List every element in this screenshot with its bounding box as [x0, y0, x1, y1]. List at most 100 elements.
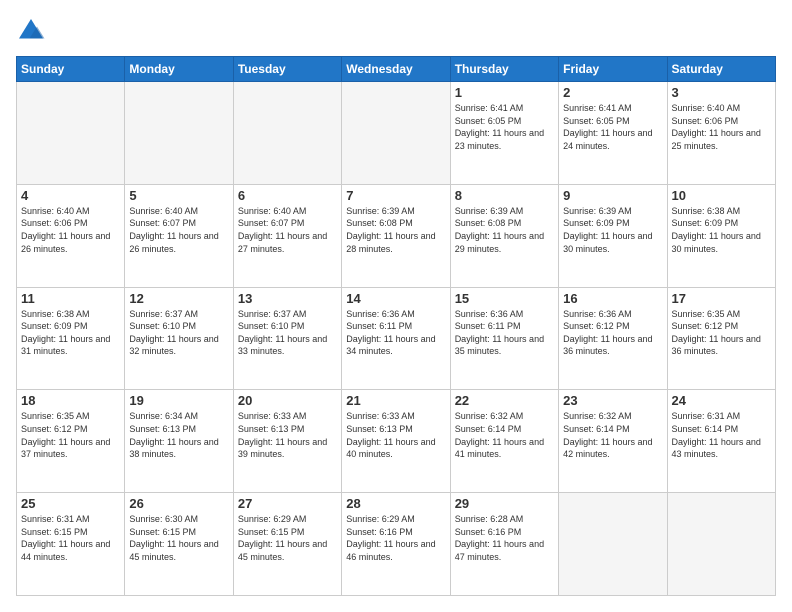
- calendar-cell: 21 Sunrise: 6:33 AM Sunset: 6:13 PM Dayli…: [342, 390, 450, 493]
- day-number: 24: [672, 393, 771, 408]
- day-number: 25: [21, 496, 120, 511]
- calendar-cell: 4 Sunrise: 6:40 AM Sunset: 6:06 PM Daylig…: [17, 184, 125, 287]
- day-info: Sunrise: 6:29 AM Sunset: 6:15 PM Dayligh…: [238, 513, 337, 563]
- calendar-cell: [667, 493, 775, 596]
- day-info: Sunrise: 6:36 AM Sunset: 6:12 PM Dayligh…: [563, 308, 662, 358]
- calendar-cell: 20 Sunrise: 6:33 AM Sunset: 6:13 PM Dayli…: [233, 390, 341, 493]
- day-number: 20: [238, 393, 337, 408]
- day-info: Sunrise: 6:30 AM Sunset: 6:15 PM Dayligh…: [129, 513, 228, 563]
- day-number: 18: [21, 393, 120, 408]
- calendar-week-3: 18 Sunrise: 6:35 AM Sunset: 6:12 PM Dayli…: [17, 390, 776, 493]
- day-header-thursday: Thursday: [450, 57, 558, 82]
- day-info: Sunrise: 6:35 AM Sunset: 6:12 PM Dayligh…: [672, 308, 771, 358]
- day-number: 9: [563, 188, 662, 203]
- day-number: 13: [238, 291, 337, 306]
- calendar-cell: [342, 82, 450, 185]
- calendar-cell: [125, 82, 233, 185]
- logo: [16, 16, 50, 46]
- day-number: 14: [346, 291, 445, 306]
- day-info: Sunrise: 6:39 AM Sunset: 6:08 PM Dayligh…: [455, 205, 554, 255]
- day-info: Sunrise: 6:37 AM Sunset: 6:10 PM Dayligh…: [129, 308, 228, 358]
- day-number: 3: [672, 85, 771, 100]
- day-info: Sunrise: 6:36 AM Sunset: 6:11 PM Dayligh…: [346, 308, 445, 358]
- day-info: Sunrise: 6:40 AM Sunset: 6:06 PM Dayligh…: [21, 205, 120, 255]
- day-info: Sunrise: 6:39 AM Sunset: 6:09 PM Dayligh…: [563, 205, 662, 255]
- day-number: 10: [672, 188, 771, 203]
- calendar-header-row: SundayMondayTuesdayWednesdayThursdayFrid…: [17, 57, 776, 82]
- day-number: 23: [563, 393, 662, 408]
- calendar-cell: 22 Sunrise: 6:32 AM Sunset: 6:14 PM Dayli…: [450, 390, 558, 493]
- day-number: 6: [238, 188, 337, 203]
- day-info: Sunrise: 6:31 AM Sunset: 6:15 PM Dayligh…: [21, 513, 120, 563]
- day-info: Sunrise: 6:40 AM Sunset: 6:07 PM Dayligh…: [238, 205, 337, 255]
- day-info: Sunrise: 6:41 AM Sunset: 6:05 PM Dayligh…: [563, 102, 662, 152]
- calendar-cell: 19 Sunrise: 6:34 AM Sunset: 6:13 PM Dayli…: [125, 390, 233, 493]
- day-number: 17: [672, 291, 771, 306]
- day-number: 22: [455, 393, 554, 408]
- day-number: 5: [129, 188, 228, 203]
- day-info: Sunrise: 6:29 AM Sunset: 6:16 PM Dayligh…: [346, 513, 445, 563]
- calendar-cell: 13 Sunrise: 6:37 AM Sunset: 6:10 PM Dayli…: [233, 287, 341, 390]
- calendar-week-0: 1 Sunrise: 6:41 AM Sunset: 6:05 PM Daylig…: [17, 82, 776, 185]
- day-info: Sunrise: 6:32 AM Sunset: 6:14 PM Dayligh…: [455, 410, 554, 460]
- day-number: 26: [129, 496, 228, 511]
- day-header-monday: Monday: [125, 57, 233, 82]
- calendar-cell: [233, 82, 341, 185]
- logo-icon: [16, 16, 46, 46]
- calendar-cell: 9 Sunrise: 6:39 AM Sunset: 6:09 PM Daylig…: [559, 184, 667, 287]
- calendar-cell: [17, 82, 125, 185]
- day-info: Sunrise: 6:33 AM Sunset: 6:13 PM Dayligh…: [346, 410, 445, 460]
- calendar-cell: 11 Sunrise: 6:38 AM Sunset: 6:09 PM Dayli…: [17, 287, 125, 390]
- day-info: Sunrise: 6:40 AM Sunset: 6:07 PM Dayligh…: [129, 205, 228, 255]
- calendar-cell: 24 Sunrise: 6:31 AM Sunset: 6:14 PM Dayli…: [667, 390, 775, 493]
- day-number: 21: [346, 393, 445, 408]
- day-number: 29: [455, 496, 554, 511]
- calendar-cell: 6 Sunrise: 6:40 AM Sunset: 6:07 PM Daylig…: [233, 184, 341, 287]
- calendar-cell: 2Sunrise: 6:41 AM Sunset: 6:05 PM Daylig…: [559, 82, 667, 185]
- calendar-cell: 8 Sunrise: 6:39 AM Sunset: 6:08 PM Daylig…: [450, 184, 558, 287]
- day-info: Sunrise: 6:41 AM Sunset: 6:05 PM Dayligh…: [455, 102, 554, 152]
- calendar-week-4: 25 Sunrise: 6:31 AM Sunset: 6:15 PM Dayli…: [17, 493, 776, 596]
- day-number: 11: [21, 291, 120, 306]
- day-header-friday: Friday: [559, 57, 667, 82]
- calendar-week-1: 4 Sunrise: 6:40 AM Sunset: 6:06 PM Daylig…: [17, 184, 776, 287]
- day-info: Sunrise: 6:31 AM Sunset: 6:14 PM Dayligh…: [672, 410, 771, 460]
- header: [16, 16, 776, 46]
- day-number: 27: [238, 496, 337, 511]
- day-number: 8: [455, 188, 554, 203]
- calendar-cell: 1 Sunrise: 6:41 AM Sunset: 6:05 PM Daylig…: [450, 82, 558, 185]
- calendar-cell: 14 Sunrise: 6:36 AM Sunset: 6:11 PM Dayli…: [342, 287, 450, 390]
- calendar-table: SundayMondayTuesdayWednesdayThursdayFrid…: [16, 56, 776, 596]
- day-number: 19: [129, 393, 228, 408]
- day-header-sunday: Sunday: [17, 57, 125, 82]
- day-number: 16: [563, 291, 662, 306]
- day-info: Sunrise: 6:32 AM Sunset: 6:14 PM Dayligh…: [563, 410, 662, 460]
- calendar-cell: 29 Sunrise: 6:28 AM Sunset: 6:16 PM Dayli…: [450, 493, 558, 596]
- day-info: Sunrise: 6:38 AM Sunset: 6:09 PM Dayligh…: [672, 205, 771, 255]
- calendar-cell: [559, 493, 667, 596]
- day-info: Sunrise: 6:39 AM Sunset: 6:08 PM Dayligh…: [346, 205, 445, 255]
- calendar-cell: 27 Sunrise: 6:29 AM Sunset: 6:15 PM Dayli…: [233, 493, 341, 596]
- calendar-cell: 25 Sunrise: 6:31 AM Sunset: 6:15 PM Dayli…: [17, 493, 125, 596]
- calendar-cell: 28 Sunrise: 6:29 AM Sunset: 6:16 PM Dayli…: [342, 493, 450, 596]
- calendar-cell: 7Sunrise: 6:39 AM Sunset: 6:08 PM Daylig…: [342, 184, 450, 287]
- day-number: 1: [455, 85, 554, 100]
- calendar-cell: 5 Sunrise: 6:40 AM Sunset: 6:07 PM Daylig…: [125, 184, 233, 287]
- day-number: 15: [455, 291, 554, 306]
- day-info: Sunrise: 6:33 AM Sunset: 6:13 PM Dayligh…: [238, 410, 337, 460]
- day-info: Sunrise: 6:38 AM Sunset: 6:09 PM Dayligh…: [21, 308, 120, 358]
- calendar-cell: 3 Sunrise: 6:40 AM Sunset: 6:06 PM Daylig…: [667, 82, 775, 185]
- calendar-cell: 15Sunrise: 6:36 AM Sunset: 6:11 PM Dayli…: [450, 287, 558, 390]
- day-info: Sunrise: 6:35 AM Sunset: 6:12 PM Dayligh…: [21, 410, 120, 460]
- calendar-cell: 10 Sunrise: 6:38 AM Sunset: 6:09 PM Dayli…: [667, 184, 775, 287]
- calendar-cell: 16 Sunrise: 6:36 AM Sunset: 6:12 PM Dayli…: [559, 287, 667, 390]
- day-header-tuesday: Tuesday: [233, 57, 341, 82]
- day-info: Sunrise: 6:40 AM Sunset: 6:06 PM Dayligh…: [672, 102, 771, 152]
- day-info: Sunrise: 6:34 AM Sunset: 6:13 PM Dayligh…: [129, 410, 228, 460]
- day-info: Sunrise: 6:28 AM Sunset: 6:16 PM Dayligh…: [455, 513, 554, 563]
- day-number: 28: [346, 496, 445, 511]
- day-header-wednesday: Wednesday: [342, 57, 450, 82]
- calendar-cell: 23 Sunrise: 6:32 AM Sunset: 6:14 PM Dayli…: [559, 390, 667, 493]
- day-info: Sunrise: 6:37 AM Sunset: 6:10 PM Dayligh…: [238, 308, 337, 358]
- day-number: 4: [21, 188, 120, 203]
